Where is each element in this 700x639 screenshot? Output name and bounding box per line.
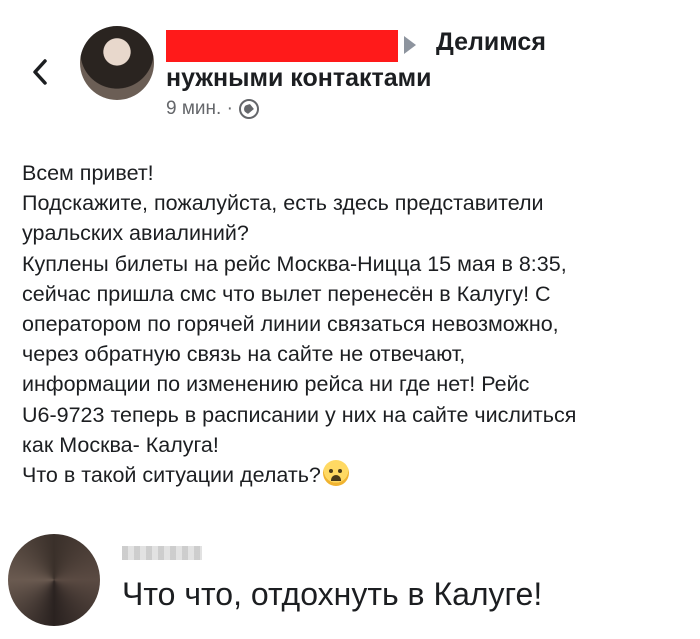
post-time[interactable]: 9 мин. · <box>166 98 233 120</box>
group-name[interactable]: Делимся <box>436 28 546 57</box>
post-line: уральских авиалиний? <box>22 221 249 246</box>
post-line: Подскажите, пожалуйста, есть здесь предс… <box>22 191 544 216</box>
post-text: Всем привет! Подскажите, пожалуйста, ест… <box>22 158 692 490</box>
globe-icon <box>238 99 259 119</box>
post-line: информации по изменению рейса ни где нет… <box>22 372 530 397</box>
author-avatar[interactable] <box>80 26 154 100</box>
post-line: U6-9723 теперь в расписании у них на сай… <box>22 402 577 427</box>
crying-face-icon <box>322 460 349 487</box>
author-name-redaction <box>166 30 398 62</box>
post-line-text: Что в такой ситуации делать? <box>22 463 321 488</box>
post-line-last: Что в такой ситуации делать? <box>22 460 692 490</box>
post-line: через обратную связь на сайте не отвечаю… <box>22 342 466 367</box>
back-button[interactable] <box>24 52 56 92</box>
post-line: оператором по горячей линии связаться не… <box>22 312 559 337</box>
post-line: как Москва- Калуга! <box>22 432 219 457</box>
post-line: сейчас пришла смс что вылет перенесён в … <box>22 281 551 306</box>
commenter-avatar[interactable] <box>8 534 100 626</box>
post-header: Делимся нужными контактами 9 мин. · <box>0 0 700 130</box>
comment: Что что, отдохнуть в Калуге! <box>0 520 700 639</box>
post-meta: 9 мин. · <box>166 98 259 120</box>
group-name-continued[interactable]: нужными контактами <box>166 64 432 93</box>
post-line: Куплены билеты на рейс Москва-Ницца 15 м… <box>22 251 567 276</box>
comment-text: Что что, отдохнуть в Калуге! <box>122 576 543 612</box>
shared-to-arrow-icon <box>404 36 416 54</box>
post-line: Всем привет! <box>22 161 154 185</box>
chevron-left-icon <box>33 59 47 85</box>
commenter-name-blurred[interactable] <box>122 546 202 560</box>
